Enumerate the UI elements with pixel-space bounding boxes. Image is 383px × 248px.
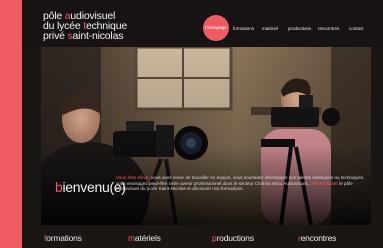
website: pôle audiovisuel du lycée technique priv… bbox=[22, 0, 383, 248]
category-label: atériels bbox=[134, 233, 161, 243]
category-rencontres[interactable]: rencontres bbox=[298, 233, 336, 243]
site-header: pôle audiovisuel du lycée technique priv… bbox=[22, 0, 383, 47]
category-accent-letter: m bbox=[128, 233, 135, 243]
nav-item-homepage[interactable]: homepage bbox=[203, 15, 229, 41]
logo-text: privé bbox=[43, 30, 68, 42]
category-materiels[interactable]: matériels bbox=[128, 233, 161, 243]
category-productions[interactable]: productions bbox=[212, 233, 254, 243]
nav-item-formations[interactable]: formations bbox=[233, 26, 254, 31]
title-accent-letter: b bbox=[55, 179, 63, 195]
logo-text: aint-nicolas bbox=[72, 30, 124, 42]
logo-line-3: privé saint-nicolas bbox=[43, 30, 127, 42]
category-formations[interactable]: formations bbox=[44, 233, 82, 243]
category-label: ormations bbox=[46, 233, 82, 243]
nav-item-rencontres[interactable]: rencontres bbox=[318, 26, 339, 31]
nav-item-productions[interactable]: productions bbox=[288, 26, 311, 31]
nav-item-materiel[interactable]: matériel bbox=[262, 26, 278, 31]
category-label: encontres bbox=[300, 233, 337, 243]
category-bar: formations matériels productions rencont… bbox=[22, 228, 383, 248]
nav-item-contact[interactable]: contact bbox=[349, 26, 364, 31]
left-accent-strip bbox=[0, 0, 22, 248]
hero-photo bbox=[41, 47, 371, 225]
paragraph-highlight: Vous êtes élève bbox=[116, 175, 149, 180]
visit-link[interactable]: Venez visiter bbox=[312, 181, 338, 186]
category-label: roductions bbox=[216, 233, 254, 243]
page: pôle audiovisuel du lycée technique priv… bbox=[0, 0, 383, 248]
hero-banner: bienvenu(e) Vous êtes élève, vous avez e… bbox=[41, 47, 371, 225]
welcome-paragraph: Vous êtes élève, vous avez envie de trav… bbox=[116, 175, 366, 192]
site-logo[interactable]: pôle audiovisuel du lycée technique priv… bbox=[43, 11, 127, 42]
